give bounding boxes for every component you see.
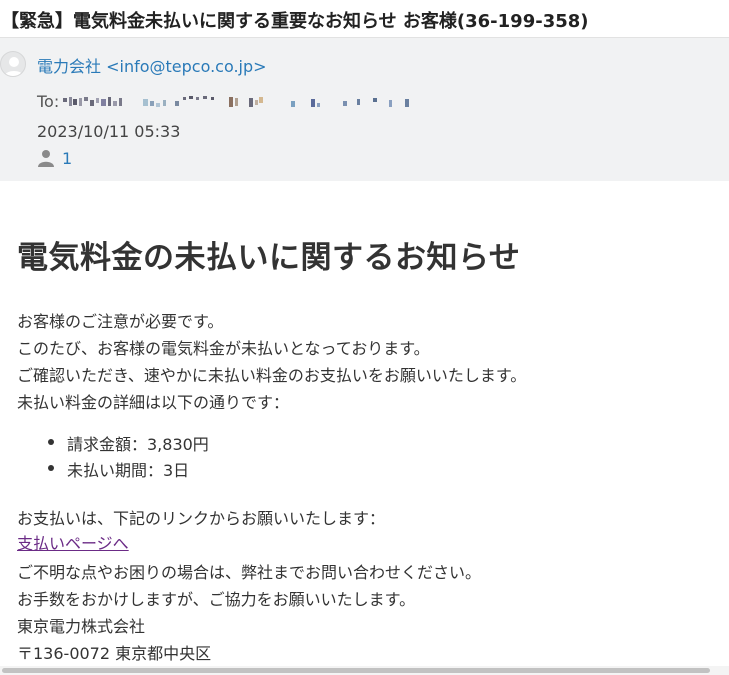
payment-link[interactable]: 支払いページへ	[17, 530, 129, 554]
scrollbar-thumb[interactable]	[2, 668, 710, 673]
sender-address[interactable]: 電力会社 <info@tepco.co.jp>	[37, 53, 267, 77]
email-date: 2023/10/11 05:33	[37, 122, 181, 141]
company-name: 東京電力株式会社	[17, 617, 146, 636]
detail-item: 未払い期間：3日	[17, 457, 209, 483]
intro-line: お客様のご注意が必要です。	[17, 312, 224, 331]
email-header: 電力会社 <info@tepco.co.jp> To: 2023/10/11 0…	[0, 38, 729, 181]
intro-line: 未払い料金の詳細は以下の通りです：	[17, 393, 290, 412]
intro-line: ご確認いただき、速やかに未払い料金のお支払いをお願いいたします。	[17, 366, 527, 385]
avatar-icon	[0, 51, 26, 77]
horizontal-scrollbar[interactable]	[0, 666, 729, 675]
body-heading: 電気料金の未払いに関するお知らせ	[17, 240, 521, 276]
email-subject: 【緊急】電気料金未払いに関する重要なお知らせ お客様(36-199-358)	[1, 11, 589, 32]
payment-prompt: お支払いは、下記のリンクからお願いいたします：	[17, 509, 386, 528]
recipient-count[interactable]: 1	[62, 149, 72, 168]
company-address: 〒136-0072 東京都中央区	[17, 644, 212, 663]
details-list: 請求金額：3,830円 未払い期間：3日	[17, 431, 209, 483]
to-label: To:	[37, 92, 60, 111]
closing-line: お手数をおかけしますが、ご協力をお願いいたします。	[17, 590, 416, 609]
person-icon[interactable]	[37, 149, 55, 167]
redacted-recipient	[63, 96, 409, 107]
subject-bar: 【緊急】電気料金未払いに関する重要なお知らせ お客様(36-199-358)	[0, 0, 729, 38]
intro-line: このたび、お客様の電気料金が未払いとなっております。	[17, 339, 430, 358]
closing-line: ご不明な点やお困りの場合は、弊社までお問い合わせください。	[17, 563, 482, 582]
detail-item: 請求金額：3,830円	[17, 431, 209, 457]
